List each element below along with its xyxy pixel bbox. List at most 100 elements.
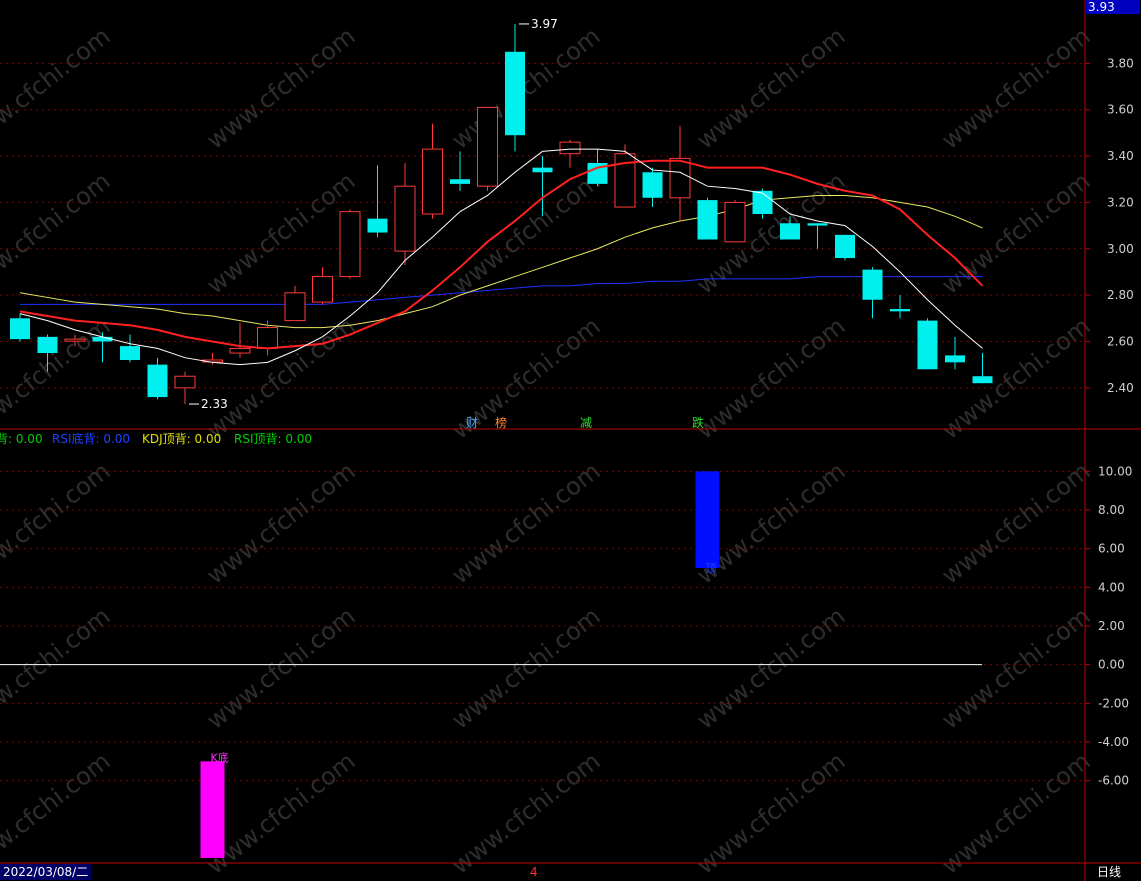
candlestick bbox=[505, 23, 525, 152]
price-annotation: 3.97 bbox=[531, 17, 558, 31]
candle-body-down bbox=[697, 200, 718, 240]
indicator-tick-label: -6.00 bbox=[1098, 774, 1129, 788]
watermark-text: www.cfchi.com bbox=[446, 747, 605, 880]
candlestick bbox=[147, 357, 168, 400]
indicator-tick-label: -2.00 bbox=[1098, 696, 1129, 710]
price-annotation: 2.33 bbox=[201, 397, 228, 411]
candlestick bbox=[422, 123, 443, 219]
news-tag[interactable]: 跌 bbox=[692, 414, 704, 431]
candlestick bbox=[835, 234, 855, 261]
candlestick bbox=[642, 167, 663, 208]
indicator-tick-label: 8.00 bbox=[1098, 503, 1125, 517]
indicator-value: 背: 0.00 bbox=[0, 432, 43, 446]
period-label[interactable]: 日线 bbox=[1097, 864, 1121, 880]
candlestick bbox=[807, 223, 828, 249]
candlestick bbox=[697, 197, 718, 240]
indicator-value: KDJ顶背: 0.00 bbox=[142, 432, 222, 446]
news-tag[interactable]: 财 bbox=[466, 414, 478, 431]
candle-body-up bbox=[229, 347, 251, 354]
price-tick-label: 2.80 bbox=[1107, 288, 1134, 302]
watermark-text: www.cfchi.com bbox=[201, 747, 360, 880]
watermark-text: www.cfchi.com bbox=[446, 167, 605, 300]
candle-body-up bbox=[559, 141, 581, 155]
candle-body-down bbox=[120, 346, 140, 361]
indicator-tick-label: 10.00 bbox=[1098, 464, 1132, 478]
watermark-text: www.cfchi.com bbox=[0, 22, 115, 155]
watermark-text: www.cfchi.com bbox=[936, 747, 1095, 880]
price-tick-label: 3.40 bbox=[1107, 149, 1134, 163]
candle-body-up bbox=[284, 292, 306, 322]
watermark-text: www.cfchi.com bbox=[446, 602, 605, 735]
candlestick bbox=[339, 209, 361, 279]
last-price-badge: 3.93 bbox=[1085, 0, 1140, 14]
candlestick bbox=[394, 163, 416, 265]
news-tag[interactable]: 减 bbox=[580, 414, 592, 431]
candle-body-up bbox=[422, 148, 443, 215]
candle-body-down bbox=[917, 320, 938, 370]
candle-body-down bbox=[752, 190, 773, 214]
price-tick-label: 3.00 bbox=[1107, 242, 1134, 256]
watermark-text: www.cfchi.com bbox=[0, 602, 115, 735]
watermark-text: www.cfchi.com bbox=[201, 602, 360, 735]
watermark-text: www.cfchi.com bbox=[201, 457, 360, 590]
signal-bar-label: K底 bbox=[211, 750, 229, 764]
candle-body-down bbox=[532, 167, 553, 173]
candle-body-up bbox=[394, 185, 416, 252]
price-tick-label: 2.60 bbox=[1107, 334, 1134, 348]
candlestick bbox=[890, 295, 910, 319]
signal-bar-label: 顶 bbox=[706, 562, 717, 575]
watermark-text: www.cfchi.com bbox=[446, 457, 605, 590]
candlestick bbox=[120, 334, 140, 363]
candlestick bbox=[669, 125, 691, 221]
candle-body-down bbox=[972, 376, 993, 384]
candle-body-down bbox=[780, 223, 800, 240]
candlestick bbox=[862, 267, 883, 319]
candle-body-down bbox=[37, 336, 58, 354]
candlestick bbox=[229, 322, 251, 358]
candle-body-down bbox=[505, 51, 525, 136]
candlestick bbox=[174, 371, 196, 405]
cursor-number: 4 bbox=[530, 865, 538, 879]
candle-body-down bbox=[92, 336, 113, 342]
watermark-text: www.cfchi.com bbox=[936, 602, 1095, 735]
indicator-tick-label: -4.00 bbox=[1098, 735, 1129, 749]
indicator-tick-label: 6.00 bbox=[1098, 542, 1125, 556]
candle-body-up bbox=[477, 106, 498, 187]
candlestick bbox=[367, 165, 388, 238]
candle-body-down bbox=[147, 364, 168, 398]
watermark-text: www.cfchi.com bbox=[0, 457, 115, 590]
indicator-value: RSI底背: 0.00 bbox=[52, 432, 131, 446]
watermark-text: www.cfchi.com bbox=[936, 312, 1095, 445]
indicator-tick-label: 0.00 bbox=[1098, 658, 1125, 672]
price-tick-label: 3.60 bbox=[1107, 103, 1134, 117]
watermark-text: www.cfchi.com bbox=[691, 747, 850, 880]
watermark-text: www.cfchi.com bbox=[691, 22, 850, 155]
candle-body-down bbox=[642, 172, 663, 198]
candle-body-down bbox=[835, 234, 855, 259]
candle-body-up bbox=[339, 211, 361, 278]
candle-body-up bbox=[257, 327, 278, 349]
watermark-text: www.cfchi.com bbox=[201, 167, 360, 300]
price-tick-label: 3.20 bbox=[1107, 195, 1134, 209]
news-tag[interactable]: 榜 bbox=[495, 414, 507, 431]
candle-body-down bbox=[450, 179, 470, 184]
watermark-text: www.cfchi.com bbox=[691, 312, 850, 445]
watermark-text: www.cfchi.com bbox=[201, 22, 360, 155]
candle-body-down bbox=[890, 309, 910, 312]
candle-body-up bbox=[669, 157, 691, 199]
candlestick bbox=[477, 106, 498, 191]
watermark-text: www.cfchi.com bbox=[446, 22, 605, 155]
indicator-tick-label: 4.00 bbox=[1098, 580, 1125, 594]
candlestick bbox=[559, 139, 581, 168]
indicator-tick-label: 2.00 bbox=[1098, 619, 1125, 633]
candlestick bbox=[724, 200, 746, 243]
watermark-text: www.cfchi.com bbox=[691, 602, 850, 735]
candlestick bbox=[284, 285, 306, 322]
candle-body-up bbox=[724, 201, 746, 243]
candlestick bbox=[450, 151, 470, 191]
indicator-value: RSI顶背: 0.00 bbox=[234, 432, 313, 446]
watermark-text: www.cfchi.com bbox=[0, 747, 115, 880]
candlestick bbox=[10, 313, 30, 342]
candle-body-down bbox=[945, 355, 965, 363]
price-tick-label: 2.40 bbox=[1107, 381, 1134, 395]
